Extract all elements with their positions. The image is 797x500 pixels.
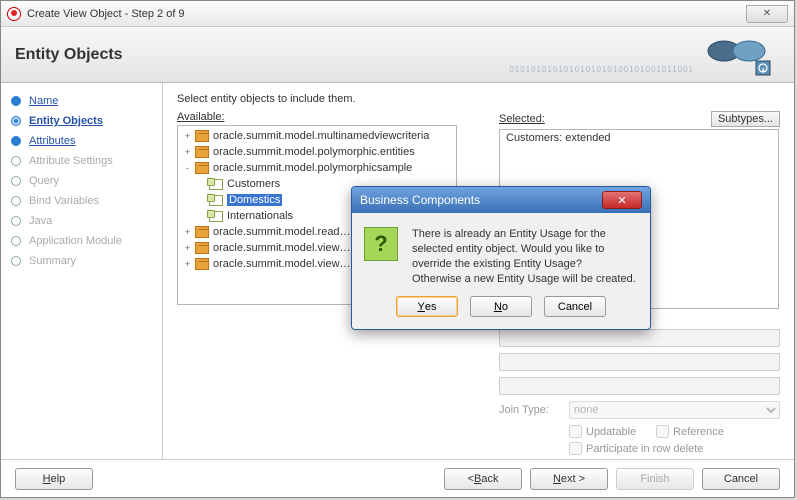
wizard-window: Create View Object - Step 2 of 9 ✕ Entit… [0,0,795,498]
subtypes-button[interactable]: Subtypes... [711,111,780,127]
wizard-footer: Help < Back Next > Finish Cancel [1,459,794,497]
step-query: Query [11,175,152,187]
entity-icon [209,211,223,222]
tree-label: Domestics [227,194,282,206]
tree-package[interactable]: + oracle.summit.model.multinamedviewcrite… [182,128,452,144]
step-application-module: Application Module [11,235,152,247]
confirm-dialog: Business Components ✕ ? There is already… [351,186,651,330]
available-label: Available: [177,111,225,123]
banner-icon [694,31,784,77]
tree-label: Internationals [227,210,293,222]
dialog-titlebar[interactable]: Business Components ✕ [352,187,650,213]
dialog-message: There is already an Entity Usage for the… [412,227,638,286]
cancel-button[interactable]: Cancel [702,468,780,490]
expand-toggle[interactable]: + [182,147,193,157]
entity-usage-details: Join Type: none Updatable Reference Part… [499,329,780,455]
tree-package[interactable]: - oracle.summit.model.polymorphicsample [182,160,452,176]
assoc-field-2 [499,353,780,371]
finish-button: Finish [616,468,694,490]
titlebar: Create View Object - Step 2 of 9 ✕ [1,1,794,27]
tree-label: oracle.summit.model.polymorphic.entities [213,146,415,158]
dialog-yes-button[interactable]: Yes [396,296,458,317]
join-type-label: Join Type: [499,404,569,416]
participate-checkbox: Participate in row delete [569,442,780,455]
step-attributes[interactable]: Attributes [11,135,152,147]
package-icon [195,146,209,158]
selected-item[interactable]: Customers: extended [506,132,772,144]
join-type-select: none [569,401,780,419]
instruction-text: Select entity objects to include them. [177,93,780,105]
updatable-checkbox: Updatable [569,425,636,438]
window-title: Create View Object - Step 2 of 9 [27,8,185,20]
window-close-button[interactable]: ✕ [746,5,788,23]
expand-toggle[interactable]: - [182,163,193,173]
entity-icon [209,179,223,190]
tree-label: oracle.summit.model.view… [213,242,351,254]
step-summary: Summary [11,255,152,267]
page-heading: Entity Objects [15,46,123,64]
expand-toggle[interactable]: + [182,243,193,253]
step-name[interactable]: Name [11,95,152,107]
dialog-cancel-button[interactable]: Cancel [544,296,606,317]
step-attribute-settings: Attribute Settings [11,155,152,167]
assoc-field-3 [499,377,780,395]
app-icon [7,7,21,21]
back-button[interactable]: < Back [444,468,522,490]
package-icon [195,242,209,254]
package-icon [195,226,209,238]
reference-checkbox: Reference [656,425,724,438]
expand-toggle[interactable]: + [182,259,193,269]
step-bind-variables: Bind Variables [11,195,152,207]
tree-label: oracle.summit.model.view… [213,258,351,270]
banner: Entity Objects 0101010101010101010100101… [1,27,794,83]
assoc-field-1 [499,329,780,347]
expand-toggle[interactable]: + [182,227,193,237]
help-button[interactable]: Help [15,468,93,490]
step-entity-objects[interactable]: Entity Objects [11,115,152,127]
step-java: Java [11,215,152,227]
tree-package[interactable]: + oracle.summit.model.polymorphic.entitie… [182,144,452,160]
expand-toggle[interactable]: + [182,131,193,141]
tree-label: oracle.summit.model.read… [213,226,351,238]
package-icon [195,130,209,142]
selected-label: Selected: [499,113,545,125]
entity-icon [209,195,223,206]
next-button[interactable]: Next > [530,468,608,490]
question-icon: ? [364,227,398,261]
package-icon [195,258,209,270]
tree-label: oracle.summit.model.polymorphicsample [213,162,412,174]
dialog-no-button[interactable]: No [470,296,532,317]
tree-label: Customers [227,178,280,190]
dialog-close-button[interactable]: ✕ [602,191,642,209]
tree-label: oracle.summit.model.multinamedviewcriter… [213,130,429,142]
binary-deco: 0101010101010101010100101001011001 [509,65,694,74]
dialog-title: Business Components [360,193,480,207]
package-icon [195,162,209,174]
wizard-steps: Name Entity Objects Attributes Attribute… [1,83,163,459]
